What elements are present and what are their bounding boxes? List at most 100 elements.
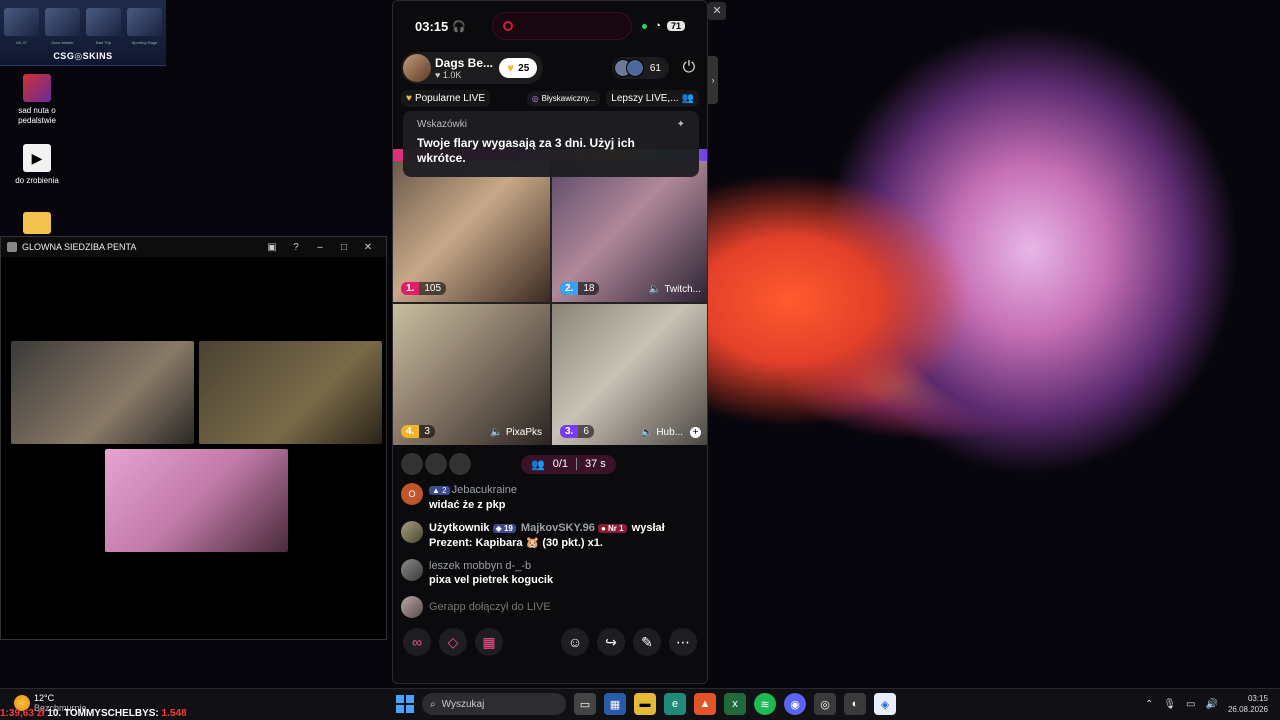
rank-number: 1. (401, 282, 420, 295)
chat-user: leszek mobbyn d-_-b (429, 560, 532, 572)
battle-icon[interactable]: ◇ (439, 628, 467, 656)
wifi-icon: ◔ (654, 20, 661, 32)
csgo-skins-banner[interactable]: AK-47 Sous Master Bad Trip Sporting Rage… (0, 0, 166, 66)
mic-indicator (641, 23, 647, 29)
hints-popup[interactable]: Wskazówki ✦ Twoje flary wygasają za 3 dn… (403, 111, 699, 177)
edge-icon[interactable]: e (664, 693, 686, 715)
rank-value: 3 (424, 426, 430, 437)
video-feed (199, 341, 382, 444)
people-icon: 👥 (681, 92, 694, 104)
guest-tile[interactable]: 4. 3 🔈 PixaPks (393, 304, 550, 445)
chat-text: widać że z pkp (429, 499, 506, 511)
app-icon (7, 242, 17, 252)
share-icon[interactable]: ↪ (597, 628, 625, 656)
add-icon[interactable]: + (690, 427, 701, 438)
chat-message[interactable]: O ▲ 2 Jebacukraine widać że z pkp (393, 483, 707, 512)
chat-user: Użytkownik (429, 522, 490, 534)
app-icon[interactable]: ◈ (874, 693, 896, 715)
desktop-icon-video[interactable]: ▶ do zrobienia (0, 144, 74, 186)
taskbar-search[interactable]: ⌕ Wyszukaj (422, 693, 566, 715)
link-icon[interactable]: ∞ (403, 628, 431, 656)
grid-icon[interactable]: ▦ (475, 628, 503, 656)
close-button[interactable]: ✕ (356, 242, 380, 253)
archive-icon (23, 74, 51, 102)
obs-icon[interactable]: ◐ (844, 693, 866, 715)
flash-icon: ◎ (531, 93, 539, 103)
chevron-up-icon[interactable]: ⌃ (1145, 699, 1153, 710)
headphones-icon: 🎧 (452, 20, 466, 33)
guest-rank: 4. 3 (401, 425, 435, 438)
meeting-window[interactable]: GLOWNA SIEDZIBA PENTA ▣ ? – □ ✕ (0, 236, 387, 640)
power-icon[interactable]: ⏻ (679, 58, 699, 78)
file-explorer-icon[interactable]: ▬ (634, 693, 656, 715)
join-requests-pill[interactable]: 👥 0/1 37 s (521, 454, 616, 474)
chrome-icon[interactable]: ◎ (814, 693, 836, 715)
windows-start-icon[interactable] (396, 695, 414, 713)
speaker-icon: 🔈 (640, 427, 654, 438)
guest-rank: 1. 105 (401, 282, 447, 295)
heart-icon: ♥ (507, 61, 515, 75)
status-time: 03:15 (415, 18, 449, 34)
guest-tile[interactable]: 3. 6 🔈 Hub... + (552, 304, 707, 445)
guest-rank: 2. 18 (560, 282, 600, 295)
monitor-icon[interactable]: ▭ (1186, 699, 1195, 710)
skin-thumb: Bad Trip (86, 8, 121, 45)
play-file-icon: ▶ (23, 144, 51, 172)
tag-popular[interactable]: ♥ Popularne LIVE (401, 89, 490, 107)
more-icon[interactable]: ⋯ (669, 628, 697, 656)
host-avatar[interactable] (403, 54, 431, 82)
rank-number: 3. (560, 425, 579, 438)
pip-icon[interactable]: ▣ (260, 242, 284, 253)
skin-thumb: Sous Master (45, 8, 80, 45)
level-badge: ◆ 19 (492, 524, 516, 533)
excel-icon[interactable]: x (724, 693, 746, 715)
tag-flash[interactable]: ◎ Błyskawiczny... (526, 90, 601, 106)
record-icon (502, 21, 513, 31)
heart-icon: ♥ (406, 92, 412, 104)
tiktok-live-panel[interactable]: 03:15 🎧 ◔ 71 Dags Be... ♥ 1.0K ♥ 25 61 ⏻… (392, 0, 708, 684)
viewer-count: 61 (649, 62, 661, 74)
desktop-icon-folder[interactable] (0, 212, 74, 238)
panel-expand-handle[interactable]: › (708, 56, 718, 104)
host-row: Dags Be... ♥ 1.0K ♥ 25 61 ⏻ (393, 51, 707, 85)
gift-icon[interactable]: ☺ (561, 628, 589, 656)
brave-icon[interactable]: ▲ (694, 693, 716, 715)
clock-date: 26.08.2026 (1227, 705, 1268, 714)
mic-icon[interactable]: 🎙 (1163, 699, 1176, 710)
panel-close-button[interactable]: ✕ (708, 2, 726, 20)
chat-user: MajkovSKY.96 (520, 522, 595, 534)
edit-icon[interactable]: ✎ (633, 628, 661, 656)
host-pill[interactable]: Dags Be... ♥ 1.0K ♥ 25 (401, 52, 544, 84)
spotify-icon[interactable]: ≋ (754, 693, 776, 715)
guest-tile[interactable]: 2. 18 🔈 Twitch... (552, 161, 707, 302)
taskbar-clock[interactable]: 03:15 26.08.2026 (1228, 693, 1268, 715)
tag-label: Popularne LIVE (414, 92, 485, 104)
desktop-icon-winrar[interactable]: sad nuta o pedalstwie (0, 74, 74, 126)
chat-message[interactable]: leszek mobbyn d-_-b pixa vel pietrek kog… (393, 559, 707, 587)
volume-icon[interactable]: 🔊 (1206, 699, 1218, 710)
discord-icon[interactable]: ◉ (784, 693, 806, 715)
chat-avatar (401, 559, 423, 581)
search-placeholder: Wyszukaj (441, 698, 485, 710)
level-value: 2 (442, 486, 447, 495)
level-value: 19 (503, 524, 513, 533)
live-chat: O ▲ 2 Jebacukraine widać że z pkp Użytkow… (393, 483, 707, 627)
viewers-pill[interactable]: 61 (611, 57, 669, 79)
chat-gift-message[interactable]: Użytkownik ◆ 19 MajkovSKY.96 ● Nr 1 wysł… (393, 521, 707, 550)
rank-value: 18 (583, 283, 595, 294)
rank-value: 105 (424, 283, 442, 294)
clock-time: 03:15 (1247, 694, 1268, 703)
fan-badge: ● Nr 1 (597, 524, 627, 533)
minimize-button[interactable]: – (308, 242, 332, 253)
window-titlebar[interactable]: GLOWNA SIEDZIBA PENTA ▣ ? – □ ✕ (1, 237, 386, 257)
tag-better[interactable]: Lepszy LIVE,... 👥 (606, 89, 699, 107)
task-view-icon[interactable]: ▭ (574, 693, 596, 715)
guest-tile[interactable]: 1. 105 (393, 161, 550, 302)
people-icon: 👥 (531, 458, 545, 471)
ticker-amount: 1:39,63 zł (0, 708, 45, 719)
store-icon[interactable]: ▦ (604, 693, 626, 715)
maximize-button[interactable]: □ (332, 242, 356, 253)
donation-ticker: 1:39,63 zł 10. TOMMYSCHELBYS: 1.548 (0, 708, 187, 719)
follow-button[interactable]: ♥ 25 (499, 58, 538, 78)
help-icon[interactable]: ? (284, 242, 308, 253)
